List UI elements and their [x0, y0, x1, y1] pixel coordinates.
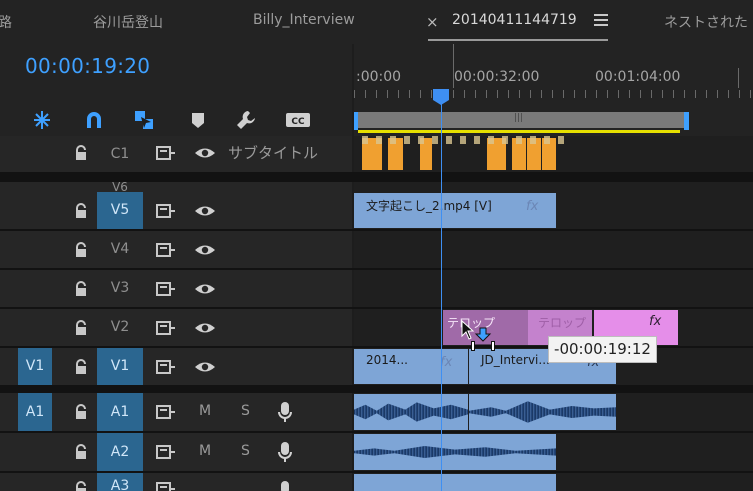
lock-icon[interactable] [73, 203, 89, 219]
solo-button-a1[interactable]: S [241, 403, 250, 419]
tab-partial-left[interactable]: 路 [0, 12, 12, 32]
sync-lock-icon[interactable] [155, 202, 177, 220]
work-area-range [358, 130, 680, 133]
track-label-c1[interactable]: C1 [97, 136, 143, 172]
clip-label: 文字起こし_2.mp4 [V] [366, 199, 492, 213]
svg-text:CC: CC [291, 117, 305, 127]
ruler-major-tick [453, 44, 454, 88]
work-area-handle-right[interactable] [684, 112, 689, 130]
clip-label: テロップ [538, 316, 587, 330]
time-ruler[interactable]: :00:00 00:00:32:00 00:01:04:00 ||| [354, 44, 753, 136]
lock-icon[interactable] [73, 145, 89, 161]
audio-clip-a3[interactable] [354, 474, 556, 491]
track-target-a3[interactable]: A3 [97, 473, 143, 491]
track-target-a2[interactable]: A2 [97, 433, 143, 471]
snap-icon[interactable] [30, 108, 54, 132]
fx-badge: fx [649, 314, 662, 329]
ruler-major-tick [738, 68, 739, 88]
sync-lock-icon[interactable] [155, 480, 177, 491]
source-patch-v1[interactable]: V1 [18, 348, 52, 385]
track-label-v2[interactable]: V2 [97, 309, 143, 346]
track-target-a1[interactable]: A1 [97, 393, 143, 431]
fx-badge: fx [526, 199, 539, 214]
track-label-v4[interactable]: V4 [97, 231, 143, 268]
solo-button-a2[interactable]: S [241, 443, 250, 459]
microphone-icon[interactable] [277, 441, 293, 463]
track-label-v3[interactable]: V3 [97, 270, 143, 307]
drag-offset-tooltip: -00:00:19:12 [548, 336, 657, 363]
captions-icon[interactable]: CC [284, 108, 312, 132]
source-patch-a1[interactable]: A1 [18, 393, 52, 431]
tab-bar: 路 谷川岳登山 Billy_Interview × 20140411144719… [0, 0, 753, 44]
audio-clip-a1-2[interactable] [469, 394, 616, 430]
audio-clip-a2[interactable] [354, 434, 556, 470]
clip-label: JD_Intervi... [481, 353, 550, 367]
tab-tanigawa[interactable]: 谷川岳登山 [93, 12, 163, 32]
lock-icon[interactable] [73, 281, 89, 297]
playhead-line[interactable] [441, 103, 442, 491]
lock-icon[interactable] [73, 481, 89, 491]
work-area-handle-left[interactable] [354, 112, 358, 130]
caption-track-name: サブタイトル [228, 144, 319, 162]
playhead-timecode[interactable]: 00:00:19:20 [25, 54, 150, 78]
ruler-label-1: 00:00:32:00 [454, 69, 540, 85]
ruler-minor-ticks [354, 90, 753, 98]
lock-icon[interactable] [73, 444, 89, 460]
mute-button-a1[interactable]: M [199, 403, 211, 419]
sync-lock-icon[interactable] [155, 403, 177, 421]
tab-close-icon[interactable]: × [426, 13, 439, 31]
tab-20140411144719[interactable]: 20140411144719 [452, 12, 577, 28]
video-audio-divider [0, 385, 753, 393]
clip-v1-2014[interactable]: 2014... fx [354, 349, 468, 384]
clip-label: 2014... [366, 353, 408, 367]
eye-icon[interactable] [194, 241, 216, 259]
track-separator [0, 172, 753, 182]
lock-icon[interactable] [73, 320, 89, 336]
linked-selection-icon[interactable] [132, 108, 156, 132]
magnet-icon[interactable] [82, 108, 106, 132]
eye-icon[interactable] [194, 358, 216, 376]
clip-v5-mp4[interactable]: 文字起こし_2.mp4 [V] fx [354, 193, 556, 228]
audio-clip-a1-1[interactable] [354, 394, 468, 430]
sync-lock-icon[interactable] [155, 358, 177, 376]
audio-waveform [354, 446, 556, 458]
audio-waveform [354, 402, 468, 422]
eye-icon[interactable] [194, 319, 216, 337]
lock-icon[interactable] [73, 404, 89, 420]
tab-menu-icon[interactable] [594, 14, 608, 26]
track-output-icon[interactable] [155, 144, 177, 162]
ripple-edit-cursor-icon [461, 320, 495, 351]
eye-icon[interactable] [194, 144, 216, 162]
tab-billy-interview[interactable]: Billy_Interview [253, 12, 355, 28]
work-area-grip: ||| [514, 113, 524, 123]
audio-waveform [469, 401, 616, 423]
active-tab-underline [428, 39, 608, 41]
caption-notches [354, 136, 564, 144]
track-target-v1[interactable]: V1 [97, 348, 143, 385]
eye-icon[interactable] [194, 202, 216, 220]
eye-icon[interactable] [194, 280, 216, 298]
lock-icon[interactable] [73, 242, 89, 258]
track-label-v6[interactable]: V6 [97, 182, 143, 192]
tab-nested[interactable]: ネストされた [664, 12, 748, 32]
lock-icon[interactable] [73, 359, 89, 375]
sync-lock-icon[interactable] [155, 319, 177, 337]
mute-button-a2[interactable]: M [199, 443, 211, 459]
sync-lock-icon[interactable] [155, 443, 177, 461]
ruler-label-2: 00:01:04:00 [595, 69, 681, 85]
wrench-icon[interactable] [234, 108, 258, 132]
marker-icon[interactable] [186, 108, 210, 132]
ruler-label-0: :00:00 [356, 69, 402, 85]
microphone-icon[interactable] [277, 480, 293, 491]
track-target-v5[interactable]: V5 [97, 192, 143, 229]
sync-lock-icon[interactable] [155, 241, 177, 259]
microphone-icon[interactable] [277, 401, 293, 423]
sync-lock-icon[interactable] [155, 280, 177, 298]
